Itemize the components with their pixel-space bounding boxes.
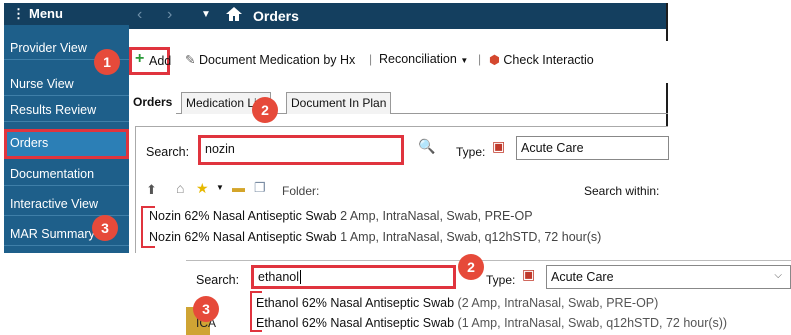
search-label: Search: [146,145,190,159]
order-type-icon: ▣ [522,266,536,282]
search-value: nozin [205,142,235,156]
step-badge-2-lower: 2 [458,254,484,280]
menu-header[interactable]: ⋮ Menu [4,3,129,25]
type-select[interactable]: Acute Care ⌵ [546,265,791,289]
result-name: Nozin 62% Nasal Antiseptic Swab [149,230,337,244]
menu-label: Menu [29,6,63,21]
toolbar: + Add ✎ Document Medication by Hx | Reco… [129,41,668,83]
step-badge-3-lower: 3 [193,296,219,322]
folder-label: Folder: [282,184,320,198]
document-medication-label: Document Medication by Hx [198,53,356,67]
search-within-label: Search within: [584,184,660,198]
result-detail: (2 Amp, IntraNasal, Swab, PRE-OP) [457,296,659,310]
chevron-down-icon[interactable]: ▼ [216,183,224,192]
document-medication-button[interactable]: ✎ Document Medication by Hx [185,52,355,67]
forward-icon[interactable]: › [167,6,172,24]
search-icon[interactable]: 🔍 [418,138,435,155]
result-name: Ethanol 62% Nasal Antiseptic Swab [256,296,455,310]
sidebar-item-documentation[interactable]: Documentation [4,163,129,186]
result-detail: 1 Amp, IntraNasal, Swab, q12hSTD, 72 hou… [340,230,602,244]
search-input[interactable]: ethanol [251,265,456,289]
tab-document-in-plan[interactable]: Document In Plan [286,92,392,114]
second-search-panel: Search: ethanol Type: ▣ Acute Care ⌵ ICA… [186,260,791,335]
result-detail: (1 Amp, IntraNasal, Swab, q12hSTD, 72 ho… [457,316,728,330]
sidebar-item-label: Provider View [10,41,87,55]
type-select[interactable]: Acute Care [516,136,669,160]
reconciliation-button[interactable]: Reconciliation ▼ [379,52,468,66]
list-item[interactable]: Ethanol 62% Nasal Antiseptic Swab (1 Amp… [256,316,727,330]
pill-icon: ⬢ [489,53,500,67]
type-label: Type: [456,145,486,159]
check-interactions-button[interactable]: ⬢ Check Interactio [489,52,594,67]
copy-icon[interactable]: ❐ [254,180,266,196]
sidebar-item-label: Results Review [10,103,97,117]
list-item[interactable]: Nozin 62% Nasal Antiseptic Swab 2 Amp, I… [149,209,533,223]
type-label: Type: [486,273,516,287]
type-value: Acute Care [521,141,584,155]
search-value: ethanol [258,270,300,284]
chevron-down-icon: ▼ [460,56,469,65]
tab-orders[interactable]: Orders [129,92,177,114]
sidebar-item-label: Nurse View [10,77,74,91]
folder-icon[interactable]: ▬ [232,180,245,195]
text-caret [300,270,302,284]
add-button[interactable]: + Add [129,47,172,75]
reconciliation-label: Reconciliation [379,52,457,66]
menu-icon: ⋮ [12,6,25,21]
sidebar-item-label: Interactive View [10,197,99,211]
page-title: Orders [253,8,299,24]
list-item[interactable]: Nozin 62% Nasal Antiseptic Swab 1 Amp, I… [149,230,601,244]
list-item[interactable]: Ethanol 62% Nasal Antiseptic Swab (2 Amp… [256,296,658,310]
check-interactions-label: Check Interactio [503,53,594,67]
toolbar-divider: | [369,52,373,66]
title-bar: ‹ › ▼ Orders [129,3,668,29]
step-badge-3: 3 [92,215,118,241]
dropdown-icon[interactable]: ▼ [201,9,211,20]
type-value: Acute Care [551,270,614,284]
tab-label: Orders [133,95,173,109]
order-tabs: Orders Medication List Document In Plan [129,92,668,114]
back-icon[interactable]: ‹ [137,6,142,24]
favorites-star-icon[interactable]: ★ [196,180,209,197]
chevron-down-icon: ⌵ [774,270,782,281]
sidebar-item-interactive-view[interactable]: Interactive View [4,193,129,216]
tab-label: Document In Plan [291,96,387,110]
folder-up-icon[interactable]: ⬆ [146,182,157,198]
result-detail: 2 Amp, IntraNasal, Swab, PRE-OP [340,209,533,223]
plus-icon: + [135,50,145,67]
sidebar-item-orders[interactable]: Orders [4,129,129,159]
home-folder-icon[interactable]: ⌂ [176,180,184,196]
order-type-icon: ▣ [492,138,506,154]
sidebar-item-label: Documentation [10,167,95,181]
search-input[interactable]: nozin [198,135,404,165]
add-label: Add [149,54,172,68]
document-icon: ✎ [185,53,196,67]
sidebar-item-nurse-view[interactable]: Nurse View [4,73,129,96]
sidebar-item-results-review[interactable]: Results Review [4,99,129,122]
toolbar-divider: | [478,52,482,66]
search-label: Search: [196,273,240,287]
step-badge-1: 1 [94,49,120,75]
sidebar-item-label: MAR Summary [10,227,95,241]
home-icon[interactable] [225,6,243,25]
result-name: Nozin 62% Nasal Antiseptic Swab [149,209,337,223]
sidebar-item-label: Orders [10,136,49,150]
result-name: Ethanol 62% Nasal Antiseptic Swab [256,316,455,330]
step-badge-2: 2 [252,97,278,123]
